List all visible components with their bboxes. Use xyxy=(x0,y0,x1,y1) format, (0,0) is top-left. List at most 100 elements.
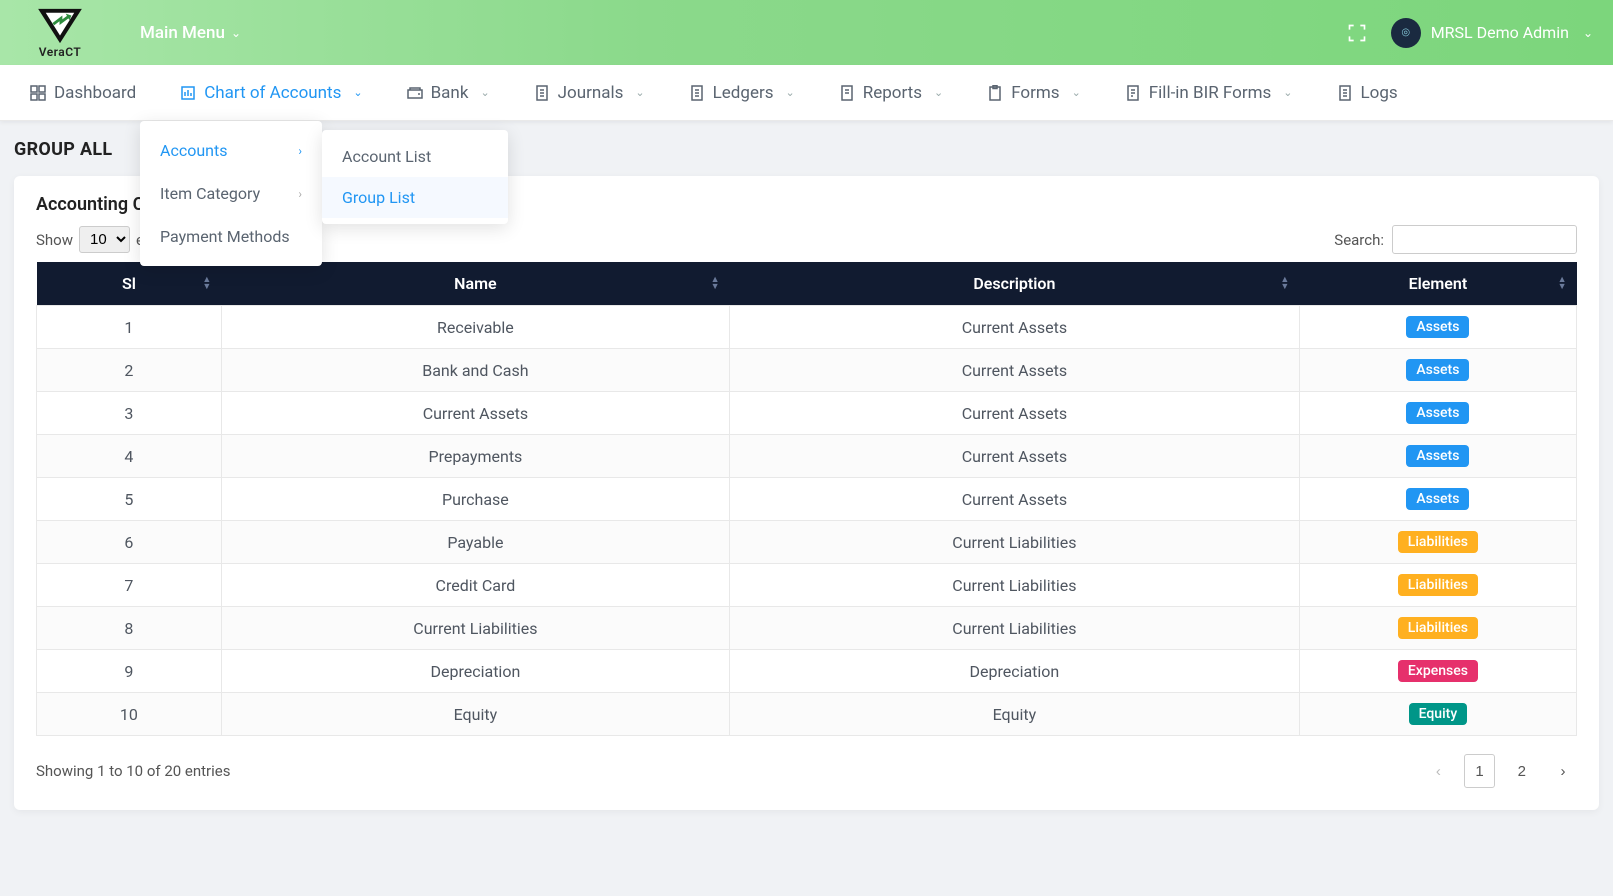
cell-desc: Equity xyxy=(729,693,1299,736)
chevron-down-icon: ⌄ xyxy=(635,86,644,99)
cell-element: Expenses xyxy=(1299,650,1576,693)
data-table: Sl ▲▼ Name▲▼Description▲▼Element▲▼ 1Receiv… xyxy=(36,262,1577,736)
cell-element: Equity xyxy=(1299,693,1576,736)
col-name[interactable]: Name▲▼ xyxy=(221,262,729,306)
cell-name: Equity xyxy=(221,693,729,736)
cell-name: Current Liabilities xyxy=(221,607,729,650)
cell-desc: Current Assets xyxy=(729,392,1299,435)
nav-icon xyxy=(1125,85,1141,101)
cell-name: Depreciation xyxy=(221,650,729,693)
dropdown-item-accounts[interactable]: Accounts › xyxy=(140,129,322,172)
navbar: DashboardChart of Accounts⌄Bank⌄Journals… xyxy=(0,65,1613,121)
cell-name: Purchase xyxy=(221,478,729,521)
submenu-item-group-list[interactable]: Group List xyxy=(322,177,508,218)
cell-element: Assets xyxy=(1299,392,1576,435)
element-badge: Assets xyxy=(1406,488,1469,510)
cell-name: Prepayments xyxy=(221,435,729,478)
page-prev[interactable]: ‹ xyxy=(1424,754,1452,788)
col-description[interactable]: Description▲▼ xyxy=(729,262,1299,306)
nav-icon xyxy=(689,85,705,101)
brand-name: VeraCT xyxy=(39,45,82,59)
nav-item-label: Reports xyxy=(863,83,922,103)
table-footer: Showing 1 to 10 of 20 entries ‹ 12 › xyxy=(36,754,1577,788)
element-badge: Liabilities xyxy=(1398,574,1478,596)
cell-desc: Current Liabilities xyxy=(729,607,1299,650)
col-sl[interactable]: Sl ▲▼ xyxy=(37,262,222,306)
cell-sl: 4 xyxy=(37,435,222,478)
nav-item-logs[interactable]: Logs xyxy=(1319,75,1416,111)
cell-sl: 6 xyxy=(37,521,222,564)
dropdown-item-payment-methods[interactable]: Payment Methods xyxy=(140,215,322,258)
table-row: 2Bank and CashCurrent AssetsAssets xyxy=(37,349,1577,392)
chevron-right-icon: › xyxy=(298,144,302,158)
cell-sl: 7 xyxy=(37,564,222,607)
nav-icon xyxy=(407,85,423,101)
chevron-down-icon: ⌄ xyxy=(934,86,943,99)
avatar: ◎ xyxy=(1391,18,1421,48)
fullscreen-button[interactable] xyxy=(1347,23,1367,43)
sort-icon: ▲▼ xyxy=(202,277,211,291)
search-wrap: Search: xyxy=(1334,225,1577,254)
chevron-down-icon: ⌄ xyxy=(231,26,241,40)
cell-sl: 3 xyxy=(37,392,222,435)
user-menu[interactable]: ◎ MRSL Demo Admin ⌄ xyxy=(1391,18,1593,48)
nav-icon xyxy=(534,85,550,101)
cell-desc: Current Liabilities xyxy=(729,521,1299,564)
cell-desc: Current Assets xyxy=(729,306,1299,349)
cell-sl: 1 xyxy=(37,306,222,349)
search-label: Search: xyxy=(1334,231,1384,249)
chevron-down-icon: ⌄ xyxy=(353,86,362,99)
cell-sl: 2 xyxy=(37,349,222,392)
nav-item-label: Logs xyxy=(1361,83,1398,103)
nav-item-forms[interactable]: Forms⌄ xyxy=(969,75,1099,111)
element-badge: Assets xyxy=(1406,445,1469,467)
table-row: 4PrepaymentsCurrent AssetsAssets xyxy=(37,435,1577,478)
fullscreen-icon xyxy=(1347,23,1367,43)
cell-desc: Current Liabilities xyxy=(729,564,1299,607)
page-1[interactable]: 1 xyxy=(1464,754,1494,788)
show-label-pre: Show xyxy=(36,231,73,249)
submenu-accounts: Account ListGroup List xyxy=(322,130,508,224)
cell-element: Assets xyxy=(1299,435,1576,478)
nav-icon xyxy=(839,85,855,101)
table-row: 6PayableCurrent LiabilitiesLiabilities xyxy=(37,521,1577,564)
logo-icon xyxy=(36,7,84,45)
cell-name: Credit Card xyxy=(221,564,729,607)
nav-item-ledgers[interactable]: Ledgers⌄ xyxy=(671,75,813,111)
cell-name: Receivable xyxy=(221,306,729,349)
page-2[interactable]: 2 xyxy=(1507,754,1537,788)
main-menu-label: Main Menu xyxy=(140,23,225,43)
page-next[interactable]: › xyxy=(1549,754,1577,788)
submenu-item-account-list[interactable]: Account List xyxy=(322,136,508,177)
nav-item-journals[interactable]: Journals⌄ xyxy=(516,75,663,111)
table-info: Showing 1 to 10 of 20 entries xyxy=(36,762,230,780)
nav-item-chart-of-accounts[interactable]: Chart of Accounts ⌄ xyxy=(162,75,380,111)
brand-logo[interactable]: VeraCT xyxy=(0,7,120,59)
nav-item-dashboard[interactable]: Dashboard xyxy=(12,75,154,111)
table-row: 1ReceivableCurrent Assets Assets xyxy=(37,306,1577,349)
table-row: 5PurchaseCurrent AssetsAssets xyxy=(37,478,1577,521)
dropdown-item-item-category[interactable]: Item Category› xyxy=(140,172,322,215)
nav-item-label: Chart of Accounts xyxy=(204,83,341,103)
nav-icon xyxy=(30,85,46,101)
table-row: 3Current AssetsCurrent AssetsAssets xyxy=(37,392,1577,435)
element-badge: Assets xyxy=(1406,359,1469,381)
page-size-select[interactable]: 10 xyxy=(79,226,130,253)
dropdown-item-label: Payment Methods xyxy=(160,227,290,246)
nav-item-reports[interactable]: Reports ⌄ xyxy=(821,75,961,111)
element-badge: Assets xyxy=(1406,402,1469,424)
search-input[interactable] xyxy=(1392,225,1577,254)
nav-icon xyxy=(987,85,1003,101)
chevron-right-icon: › xyxy=(298,187,302,201)
nav-item-bank[interactable]: Bank⌄ xyxy=(389,75,508,111)
nav-item-fill-in-bir-forms[interactable]: Fill-in BIR Forms⌄ xyxy=(1107,75,1311,111)
col-label: Sl xyxy=(122,274,136,293)
element-badge: Equity xyxy=(1409,703,1468,725)
cell-element: Assets xyxy=(1299,478,1576,521)
chevron-down-icon: ⌄ xyxy=(480,86,489,99)
element-badge: Assets xyxy=(1406,316,1469,338)
dropdown-item-label: Accounts xyxy=(160,141,227,160)
col-element[interactable]: Element▲▼ xyxy=(1299,262,1576,306)
main-menu-button[interactable]: Main Menu ⌄ xyxy=(140,23,241,43)
topbar: VeraCT Main Menu ⌄ ◎ MRSL Demo Admin ⌄ xyxy=(0,0,1613,65)
